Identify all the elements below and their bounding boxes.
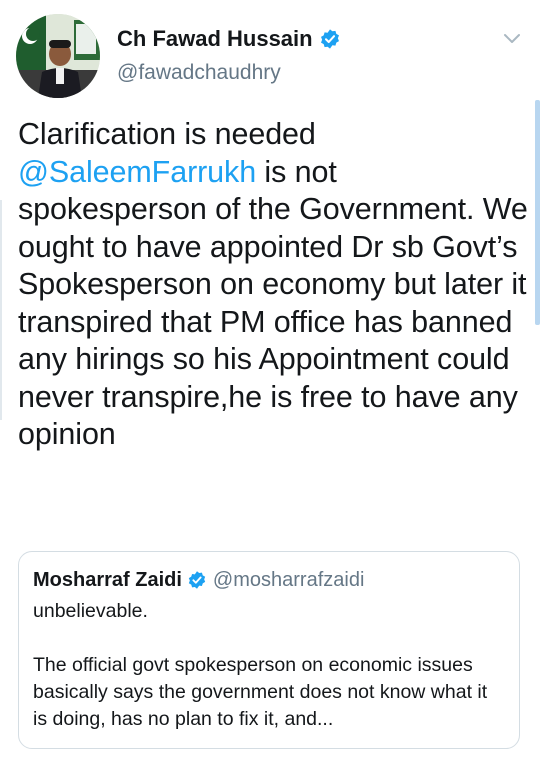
avatar-image — [16, 14, 100, 98]
verified-badge-icon — [188, 571, 206, 589]
left-edge-divider — [0, 200, 2, 420]
scrollbar[interactable] — [535, 100, 540, 325]
tweet-text-intro: Clarification is needed — [18, 117, 316, 151]
avatar[interactable] — [16, 14, 100, 98]
mention-link[interactable]: @SaleemFarrukh — [18, 155, 256, 189]
quoted-text-spacer — [33, 625, 505, 652]
tweet-text: Clarification is needed @SaleemFarrukh i… — [18, 116, 530, 454]
quoted-tweet-text: unbelievable. The official govt spokespe… — [33, 598, 505, 733]
verified-badge-icon — [320, 29, 339, 49]
quoted-author-handle: @mosharrafzaidi — [212, 568, 365, 591]
chevron-down-icon[interactable] — [502, 28, 522, 48]
tweet-author: Ch Fawad Hussain @fawadchaudhry — [117, 24, 477, 86]
quoted-tweet-header: Mosharraf Zaidi @mosharrafzaidi — [33, 566, 505, 594]
author-handle[interactable]: @fawadchaudhry — [117, 60, 477, 86]
quoted-text-line: unbelievable. — [33, 600, 148, 622]
tweet-text-body: is not spokesperson of the Government. W… — [18, 154, 528, 452]
quoted-author-name: Mosharraf Zaidi — [33, 568, 182, 591]
author-name-row: Ch Fawad Hussain — [117, 24, 477, 54]
tweet-card: Ch Fawad Hussain @fawadchaudhry Clarific… — [0, 0, 540, 758]
quoted-text-paragraph: The official govt spokesperson on econom… — [33, 654, 488, 730]
author-display-name[interactable]: Ch Fawad Hussain — [117, 26, 313, 52]
quoted-tweet-card[interactable]: Mosharraf Zaidi @mosharrafzaidi unbeliev… — [18, 551, 520, 749]
